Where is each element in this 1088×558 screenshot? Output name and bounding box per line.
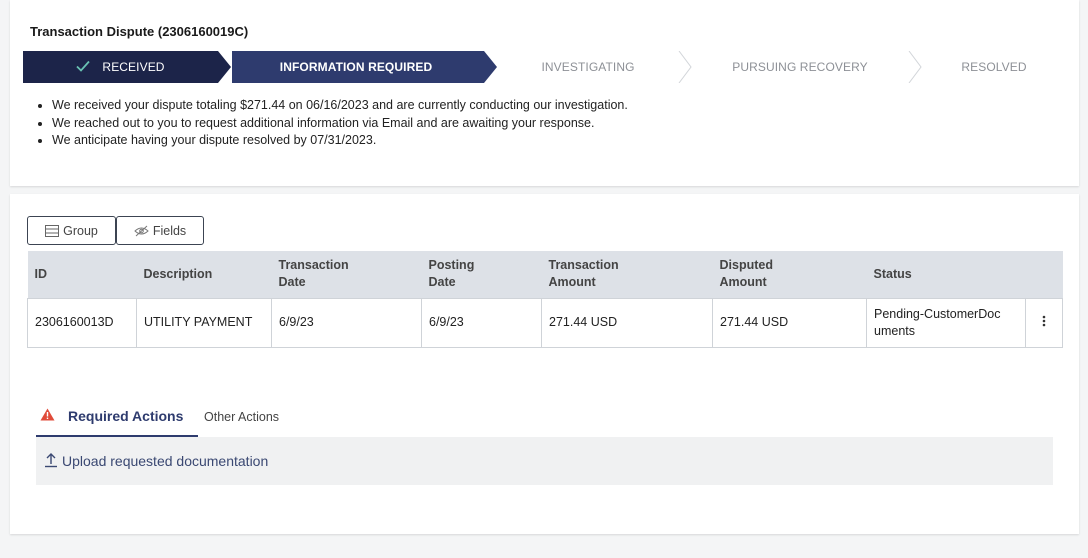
column-header-actions (1025, 251, 1063, 298)
group-button-label: Group (63, 223, 98, 238)
step-label: RECEIVED (102, 60, 165, 74)
column-header-disputed-amount[interactable]: Disputed Amount (712, 251, 867, 298)
status-bullet: We anticipate having your dispute resolv… (36, 132, 628, 150)
fields-button[interactable]: Fields (116, 216, 204, 245)
cell-status: Pending-CustomerDocuments (866, 297, 1026, 348)
cell-disputed-amount: 271.44 USD (712, 297, 867, 348)
cell-description: UTILITY PAYMENT (136, 297, 272, 348)
step-received: RECEIVED (23, 51, 218, 83)
column-header-transaction-date[interactable]: Transaction Date (271, 251, 422, 298)
tab-other-actions[interactable]: Other Actions (204, 396, 279, 437)
cell-transaction-date: 6/9/23 (271, 297, 422, 348)
actions-tabs: Required Actions Other Actions (36, 396, 1053, 437)
row-actions[interactable] (1025, 297, 1063, 348)
progress-stepper: RECEIVED INFORMATION REQUIRED INVESTIGAT… (23, 51, 1066, 83)
column-header-id[interactable]: ID (27, 251, 137, 298)
step-divider (218, 51, 231, 83)
dispute-status-list: We received your dispute totaling $271.4… (36, 97, 628, 150)
table-row[interactable]: 2306160013D UTILITY PAYMENT 6/9/23 6/9/2… (27, 297, 1063, 348)
cell-id: 2306160013D (27, 297, 137, 348)
fields-button-label: Fields (152, 223, 187, 238)
kebab-menu-icon[interactable] (1042, 314, 1046, 330)
step-divider (678, 51, 692, 83)
transactions-card: Group Fields ID Description Transaction … (10, 194, 1079, 534)
step-divider (908, 51, 922, 83)
column-header-transaction-amount[interactable]: Transaction Amount (541, 251, 713, 298)
table-header-row: ID Description Transaction Date Posting … (27, 251, 1063, 298)
step-label: INVESTIGATING (541, 60, 635, 74)
group-button[interactable]: Group (27, 216, 116, 245)
upload-icon[interactable] (44, 452, 58, 471)
status-bullet: We reached out to you to request additio… (36, 115, 628, 133)
page-title: Transaction Dispute (2306160019C) (30, 24, 249, 39)
dispute-summary-card: Transaction Dispute (2306160019C) RECEIV… (10, 0, 1079, 186)
cell-posting-date: 6/9/23 (421, 297, 542, 348)
column-header-status[interactable]: Status (866, 251, 1026, 298)
tab-required-actions[interactable]: Required Actions (36, 396, 198, 437)
eye-slash-icon (134, 225, 149, 237)
list-icon (45, 224, 60, 237)
step-label: INFORMATION REQUIRED (279, 60, 433, 74)
step-information-required: INFORMATION REQUIRED (232, 51, 484, 83)
cell-transaction-amount: 271.44 USD (541, 297, 713, 348)
step-label: RESOLVED (961, 60, 1027, 74)
transactions-table: ID Description Transaction Date Posting … (27, 251, 1063, 348)
tab-label: Required Actions (68, 407, 184, 424)
step-pursuing-recovery: PURSUING RECOVERY (692, 51, 908, 83)
checkmark-icon (76, 59, 91, 75)
warning-icon (40, 408, 55, 424)
step-resolved: RESOLVED (922, 51, 1066, 83)
upload-documentation-link[interactable]: Upload requested documentation (62, 453, 268, 469)
step-label: PURSUING RECOVERY (732, 60, 868, 74)
step-investigating: INVESTIGATING (498, 51, 678, 83)
step-divider (484, 51, 497, 83)
status-bullet: We received your dispute totaling $271.4… (36, 97, 628, 115)
tab-label: Other Actions (204, 409, 280, 424)
column-header-posting-date[interactable]: Posting Date (421, 251, 542, 298)
column-header-description[interactable]: Description (136, 251, 272, 298)
required-actions-panel: Upload requested documentation (36, 437, 1053, 485)
